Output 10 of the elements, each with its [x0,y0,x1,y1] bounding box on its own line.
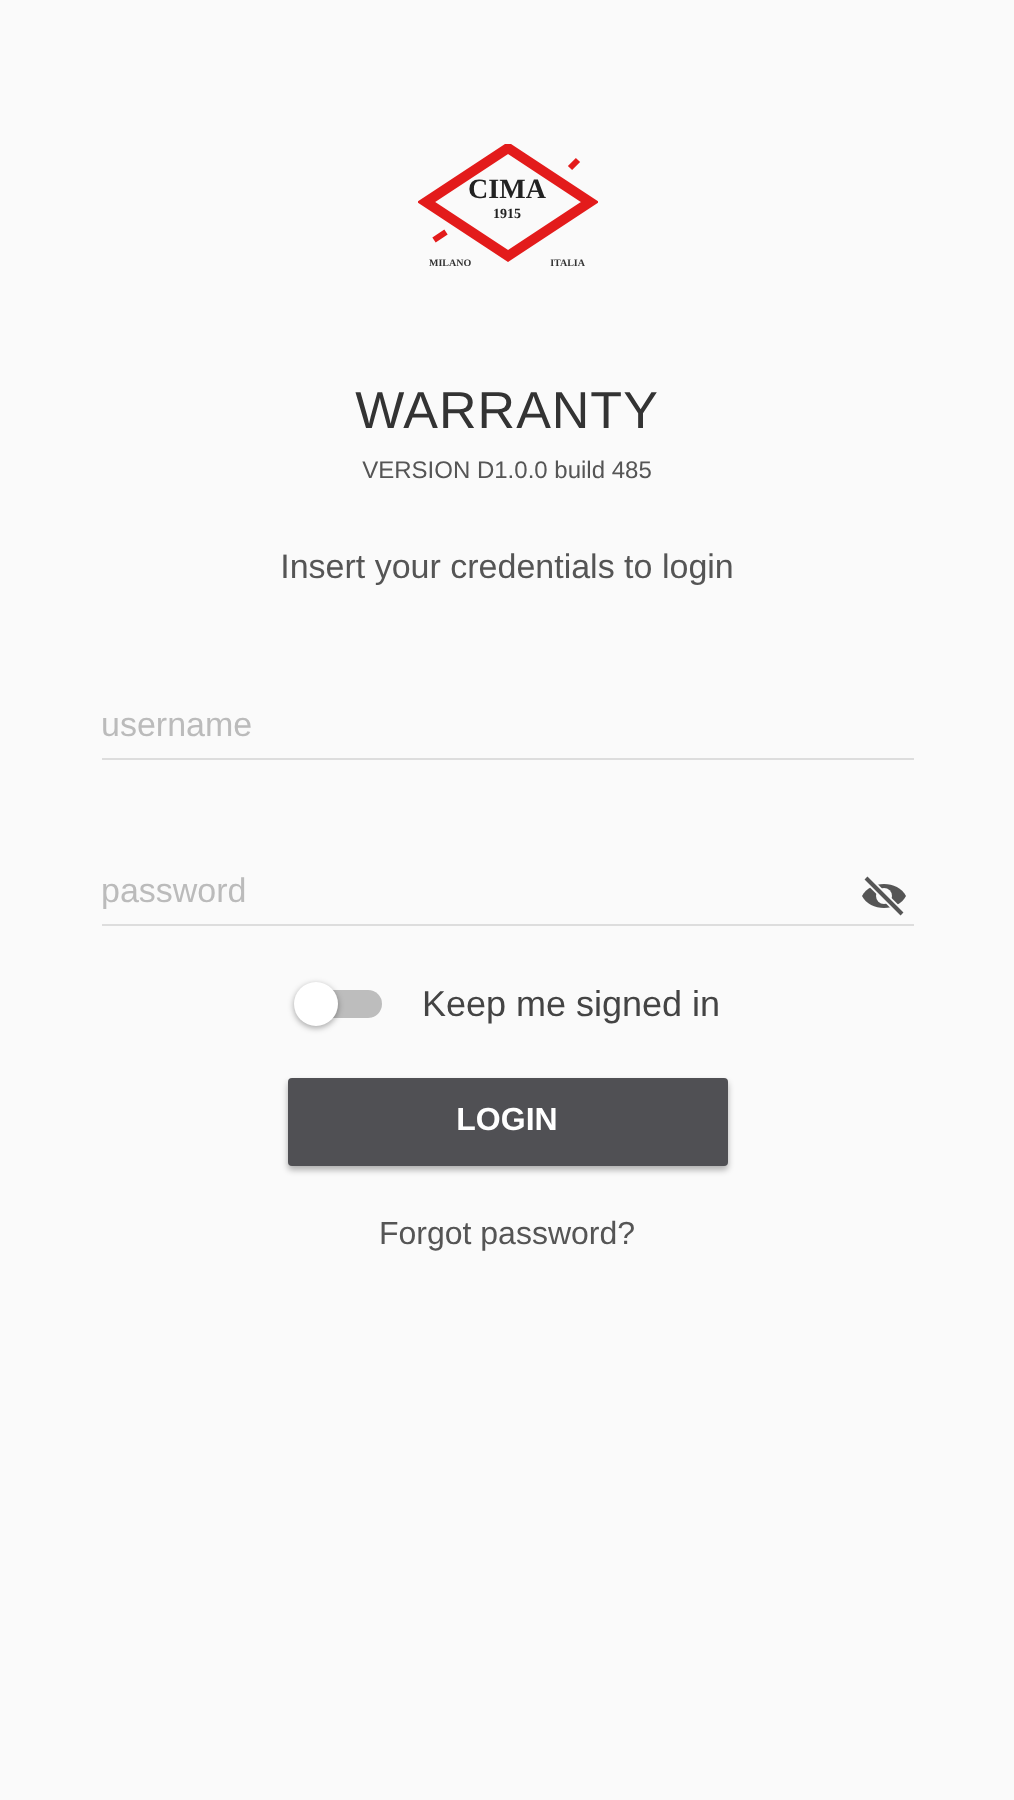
logo-text: CIMA [466,178,548,206]
forgot-password-link[interactable]: Forgot password? [378,1218,636,1254]
keep-signed-in-toggle[interactable] [293,982,382,1026]
eye-slash-icon[interactable] [857,872,909,920]
username-field[interactable]: username [101,694,913,760]
login-button[interactable]: LOGIN [287,1078,727,1166]
app-title: WARRANTY [355,380,659,440]
version-text: VERSION D1.0.0 build 485 [362,456,652,484]
instruction-text: Insert your credentials to login [280,548,734,588]
keep-signed-in-label: Keep me signed in [421,983,721,1025]
